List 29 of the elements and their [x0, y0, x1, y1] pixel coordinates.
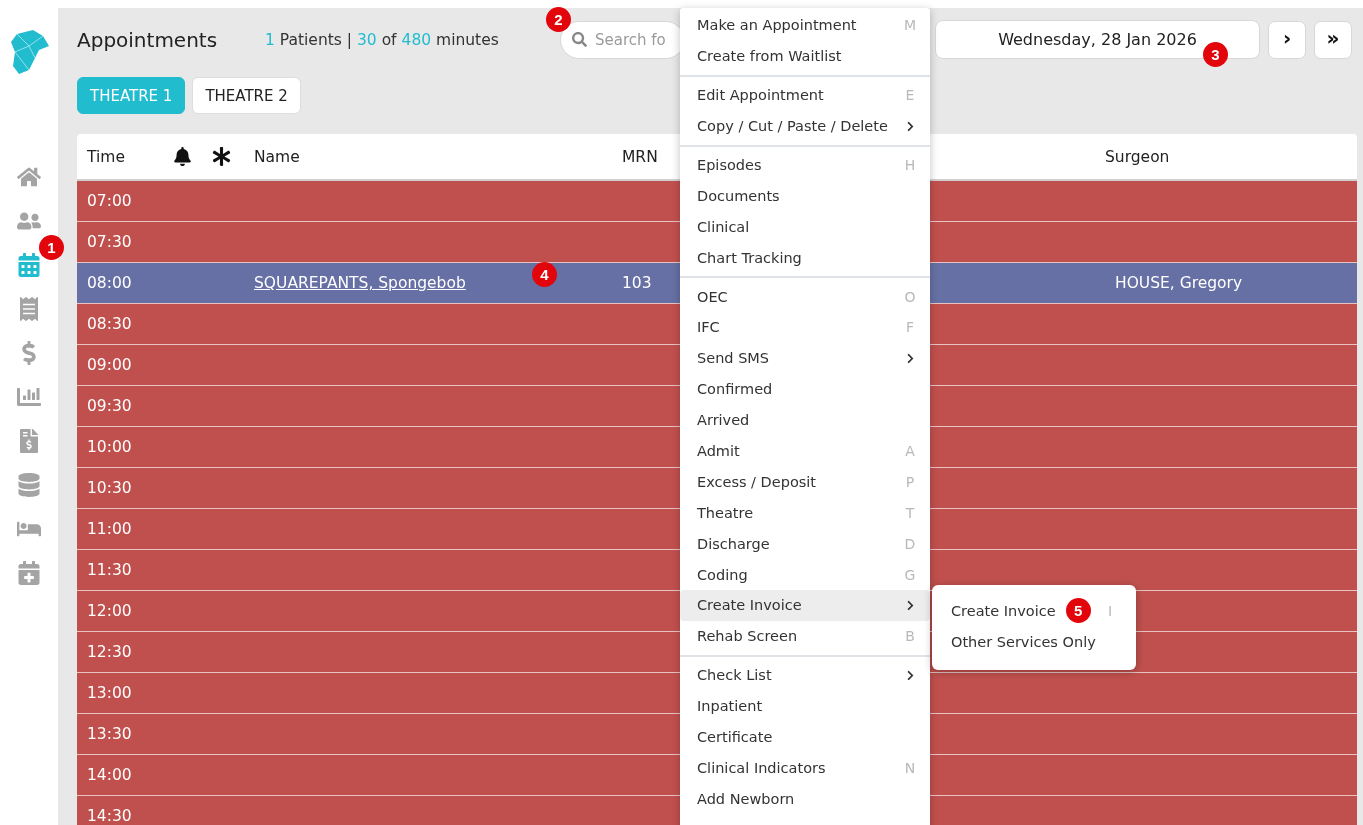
- surgeon-cell: HOUSE, Gregory: [1115, 274, 1243, 292]
- step-marker: 1: [39, 235, 64, 260]
- time-cell: 10:30: [87, 479, 132, 497]
- time-cell: 12:30: [87, 643, 132, 661]
- time-cell: 11:00: [87, 520, 132, 538]
- step-marker: 5: [1065, 598, 1091, 624]
- time-cell: 07:30: [87, 233, 132, 251]
- time-cell: 14:00: [87, 766, 132, 784]
- step-marker: 3: [1203, 42, 1228, 67]
- column-header: Surgeon: [1105, 147, 1170, 166]
- time-cell: 14:30: [87, 807, 132, 825]
- time-cell: 13:00: [87, 684, 132, 702]
- column-header: MRN: [622, 147, 658, 166]
- time-cell: 09:30: [87, 397, 132, 415]
- time-cell: 10:00: [87, 438, 132, 456]
- time-cell: 08:30: [87, 315, 132, 333]
- step-marker: 2: [546, 6, 571, 32]
- step-marker: 4: [532, 262, 557, 287]
- time-cell: 12:00: [87, 602, 132, 620]
- time-cell: 09:00: [87, 356, 132, 374]
- column-header: Time: [87, 147, 125, 166]
- page-title: Appointments: [77, 27, 219, 52]
- time-cell: 07:00: [87, 192, 132, 210]
- time-cell: 13:30: [87, 725, 132, 743]
- appointment-stats: 1 Patients | 30 of 480 minutes: [265, 30, 500, 49]
- column-header: Name: [254, 147, 300, 166]
- mrn-cell: 103: [622, 274, 652, 292]
- time-cell: 08:00: [87, 274, 132, 292]
- time-cell: 11:30: [87, 561, 132, 579]
